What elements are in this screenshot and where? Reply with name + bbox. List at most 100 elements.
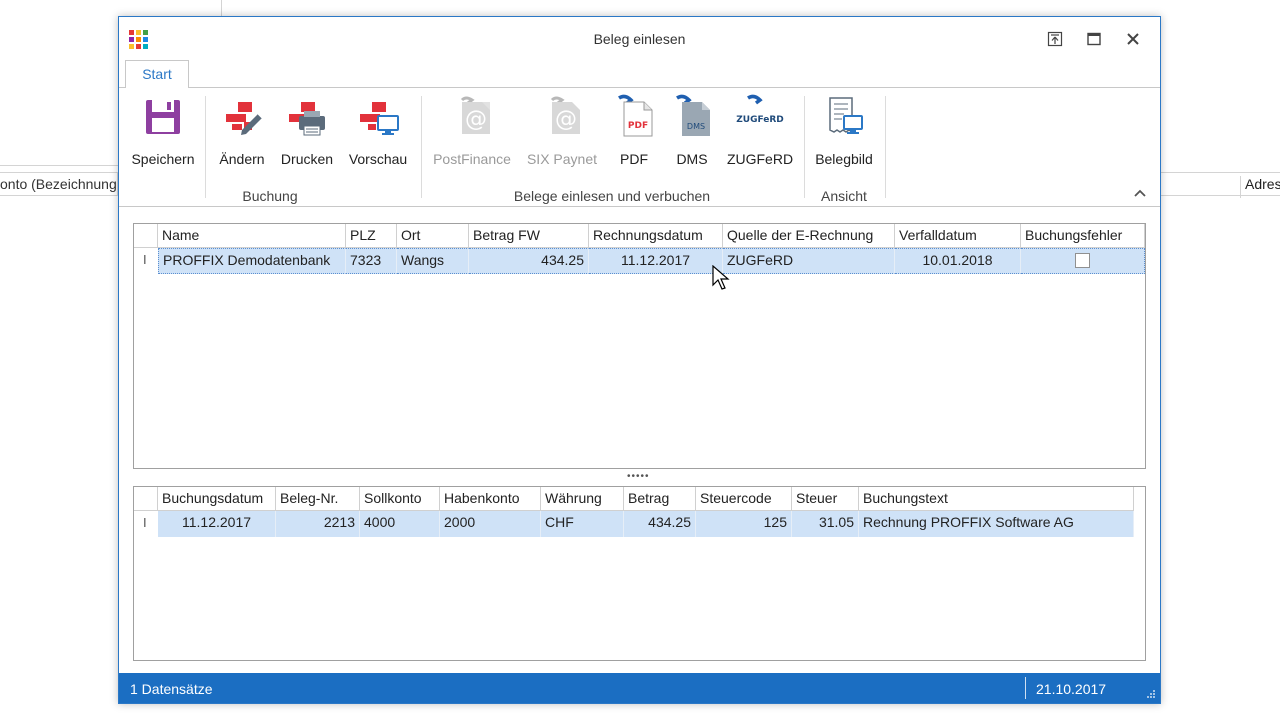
column-header[interactable]: Steuer [792,487,859,511]
table-row[interactable]: I 11.12.2017 2213 4000 2000 CHF 434.25 1… [134,511,1134,537]
svg-text:PDF: PDF [628,121,648,131]
cell-buchungstext[interactable]: Rechnung PROFFIX Software AG [859,511,1134,537]
zugferd-logo-icon: ZUGFeRD [736,94,784,125]
cell-ort[interactable]: Wangs [397,248,469,274]
mouse-cursor-icon [712,265,730,290]
cell-steuercode[interactable]: 125 [696,511,792,537]
vorschau-button[interactable]: Vorschau [345,94,411,178]
pdf-label: PDF [620,151,648,167]
column-header[interactable]: Quelle der E-Rechnung [723,224,895,248]
close-button[interactable] [1121,27,1145,51]
grid-splitter[interactable]: ••••• [627,472,653,482]
postfinance-button[interactable]: @ PostFinance [429,94,515,178]
status-separator [1025,677,1026,699]
title-bar[interactable]: Beleg einlesen [119,17,1160,61]
chevron-up-icon [1134,189,1146,197]
speichern-label: Speichern [131,151,195,167]
group-label-belege: Belege einlesen und verbuchen [513,188,711,204]
status-bar: 1 Datensätze 21.10.2017 [119,673,1160,703]
dms-document-icon: DMS [676,94,710,136]
cell-rechnungsdatum[interactable]: 11.12.2017 [589,248,723,274]
tab-start[interactable]: Start [125,60,189,88]
cell-sollkonto[interactable]: 4000 [360,511,440,537]
column-header[interactable]: Verfalldatum [895,224,1021,248]
six-paynet-button[interactable]: @ SIX Paynet [521,94,603,178]
drucken-button[interactable]: Drucken [279,94,335,178]
aendern-button[interactable]: Ändern [215,94,269,178]
svg-text:@: @ [465,107,487,132]
column-header[interactable]: Buchungsfehler [1021,224,1145,248]
resize-grip-icon[interactable] [1146,689,1156,699]
cell-quelle[interactable]: ZUGFeRD [723,248,895,274]
cell-betrag-fw[interactable]: 434.25 [469,248,589,274]
cell-betrag[interactable]: 434.25 [624,511,696,537]
background-column-header-right: Adres [1160,172,1280,198]
ribbon-separator [205,96,206,198]
maximize-icon [1087,32,1101,46]
column-header[interactable]: Betrag FW [469,224,589,248]
cell-habenkonto[interactable]: 2000 [440,511,541,537]
preview-monitor-icon [360,102,399,135]
zugferd-button[interactable]: ZUGFeRD ZUGFeRD [725,94,795,178]
background-column-header: onto (Bezeichnung) [0,172,118,196]
cell-waehrung[interactable]: CHF [541,511,624,537]
buchungen-grid: Buchungsdatum Beleg-Nr. Sollkonto Habenk… [133,486,1146,661]
pdf-document-icon: PDF [618,94,653,137]
cell-name[interactable]: PROFFIX Demodatenbank [158,248,346,274]
cell-verfalldatum[interactable]: 10.01.2018 [895,248,1021,274]
buchungsfehler-checkbox[interactable] [1075,253,1090,268]
column-header[interactable]: PLZ [346,224,397,248]
dms-button[interactable]: DMS DMS [669,94,715,178]
drucken-label: Drucken [280,151,334,167]
column-header[interactable]: Buchungsdatum [158,487,276,511]
svg-text:@: @ [555,107,577,132]
column-header[interactable]: Buchungstext [859,487,1134,511]
column-header[interactable]: Steuercode [696,487,792,511]
receipt-image-icon [829,97,863,134]
cell-plz[interactable]: 7323 [346,248,397,274]
edit-pen-icon [226,102,263,135]
cell-steuer[interactable]: 31.05 [792,511,859,537]
cell-buchungsdatum[interactable]: 11.12.2017 [158,511,276,537]
grid-header: Buchungsdatum Beleg-Nr. Sollkonto Habenk… [134,487,1134,511]
group-label-buchung: Buchung [242,188,298,204]
zugferd-label: ZUGFeRD [726,151,794,167]
column-header[interactable]: Währung [541,487,624,511]
pdf-button[interactable]: PDF PDF [611,94,657,178]
background-column-label: Adres [1240,176,1280,198]
column-header[interactable]: Betrag [624,487,696,511]
record-count: 1 Datensätze [130,681,213,697]
column-header[interactable]: Beleg-Nr. [276,487,360,511]
email-at-icon: @ [460,96,490,134]
ribbon-separator [421,96,422,198]
table-row[interactable]: I PROFFIX Demodatenbank 7323 Wangs 434.2… [134,248,1145,274]
beleg-einlesen-dialog: Beleg einlesen Start Speichern Ändern Dr… [118,16,1161,704]
group-label-ansicht: Ansicht [821,188,867,204]
window-title: Beleg einlesen [593,31,686,47]
belegbild-button[interactable]: Belegbild [811,94,877,178]
svg-text:ZUGFeRD: ZUGFeRD [736,115,784,125]
column-header[interactable]: Habenkonto [440,487,541,511]
floppy-disk-icon [146,100,180,134]
svg-text:DMS: DMS [687,122,705,131]
belege-grid: Name PLZ Ort Betrag FW Rechnungsdatum Qu… [133,223,1146,469]
restore-up-button[interactable] [1043,27,1067,51]
speichern-button[interactable]: Speichern [129,94,197,178]
belegbild-label: Belegbild [815,151,873,167]
column-header[interactable]: Rechnungsdatum [589,224,723,248]
column-header[interactable]: Ort [397,224,469,248]
column-header[interactable]: Name [158,224,346,248]
collapse-ribbon-button[interactable] [1132,186,1148,202]
close-icon [1127,33,1139,45]
row-indicator: I [143,515,147,530]
aendern-label: Ändern [219,151,265,167]
six-paynet-label: SIX Paynet [526,151,598,167]
cell-beleg-nr[interactable]: 2213 [276,511,360,537]
status-date: 21.10.2017 [1036,681,1107,697]
maximize-button[interactable] [1082,27,1106,51]
column-header[interactable]: Sollkonto [360,487,440,511]
cell-buchungsfehler[interactable] [1021,248,1145,274]
dms-label: DMS [676,151,708,167]
postfinance-label: PostFinance [433,151,511,167]
printer-icon [289,102,325,136]
